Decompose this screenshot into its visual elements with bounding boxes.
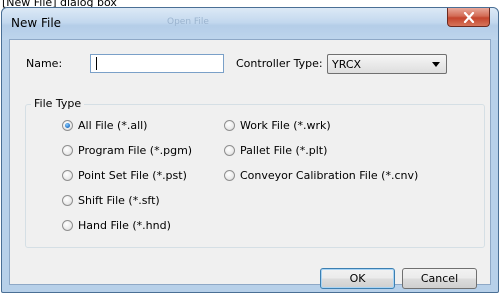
radio-hand-file[interactable]: Hand File (*.hnd) bbox=[62, 219, 171, 232]
radio-conveyor-calibration-file[interactable]: Conveyor Calibration File (*.cnv) bbox=[224, 169, 418, 182]
radio-label: Point Set File (*.pst) bbox=[78, 169, 187, 182]
radio-unselected-icon bbox=[224, 170, 235, 181]
ok-button[interactable]: OK bbox=[320, 268, 395, 289]
background-window-title: Open File bbox=[167, 17, 209, 27]
radio-label: Program File (*.pgm) bbox=[78, 144, 193, 157]
radio-unselected-icon bbox=[62, 145, 73, 156]
controller-type-label: Controller Type: bbox=[236, 57, 323, 70]
name-input[interactable] bbox=[91, 58, 223, 75]
file-type-legend: File Type bbox=[31, 97, 85, 110]
radio-unselected-icon bbox=[224, 120, 235, 131]
radio-unselected-icon bbox=[62, 220, 73, 231]
radio-point-set-file[interactable]: Point Set File (*.pst) bbox=[62, 169, 187, 182]
radio-all-file[interactable]: All File (*.all) bbox=[62, 119, 147, 132]
text-caret bbox=[96, 57, 97, 70]
controller-type-value: YRCX bbox=[332, 58, 362, 71]
new-file-dialog: New File Open File Name: Controller Type… bbox=[1, 7, 499, 293]
dialog-content: Name: Controller Type: YRCX File Type Al… bbox=[9, 39, 491, 289]
radio-label: Pallet File (*.plt) bbox=[240, 144, 328, 157]
radio-label: Conveyor Calibration File (*.cnv) bbox=[240, 169, 419, 182]
cancel-button[interactable]: Cancel bbox=[402, 268, 477, 289]
radio-selected-icon bbox=[62, 120, 73, 131]
radio-unselected-icon bbox=[62, 195, 73, 206]
radio-work-file[interactable]: Work File (*.wrk) bbox=[224, 119, 331, 132]
window-title: New File bbox=[11, 16, 62, 30]
radio-label: Shift File (*.sft) bbox=[78, 194, 160, 207]
radio-unselected-icon bbox=[224, 145, 235, 156]
radio-pallet-file[interactable]: Pallet File (*.plt) bbox=[224, 144, 327, 157]
chevron-down-icon bbox=[432, 62, 440, 67]
name-field[interactable] bbox=[90, 54, 224, 75]
radio-shift-file[interactable]: Shift File (*.sft) bbox=[62, 194, 160, 207]
close-button[interactable] bbox=[447, 8, 490, 27]
title-bar[interactable]: New File Open File bbox=[2, 8, 498, 40]
radio-program-file[interactable]: Program File (*.pgm) bbox=[62, 144, 192, 157]
controller-type-dropdown[interactable]: YRCX bbox=[327, 54, 447, 74]
radio-label: Work File (*.wrk) bbox=[240, 119, 331, 132]
file-type-group: File Type All File (*.all) Work File (*.… bbox=[25, 97, 485, 248]
radio-unselected-icon bbox=[62, 170, 73, 181]
radio-label: All File (*.all) bbox=[78, 119, 148, 132]
close-icon bbox=[463, 11, 474, 23]
radio-label: Hand File (*.hnd) bbox=[78, 219, 171, 232]
name-label: Name: bbox=[26, 57, 63, 70]
